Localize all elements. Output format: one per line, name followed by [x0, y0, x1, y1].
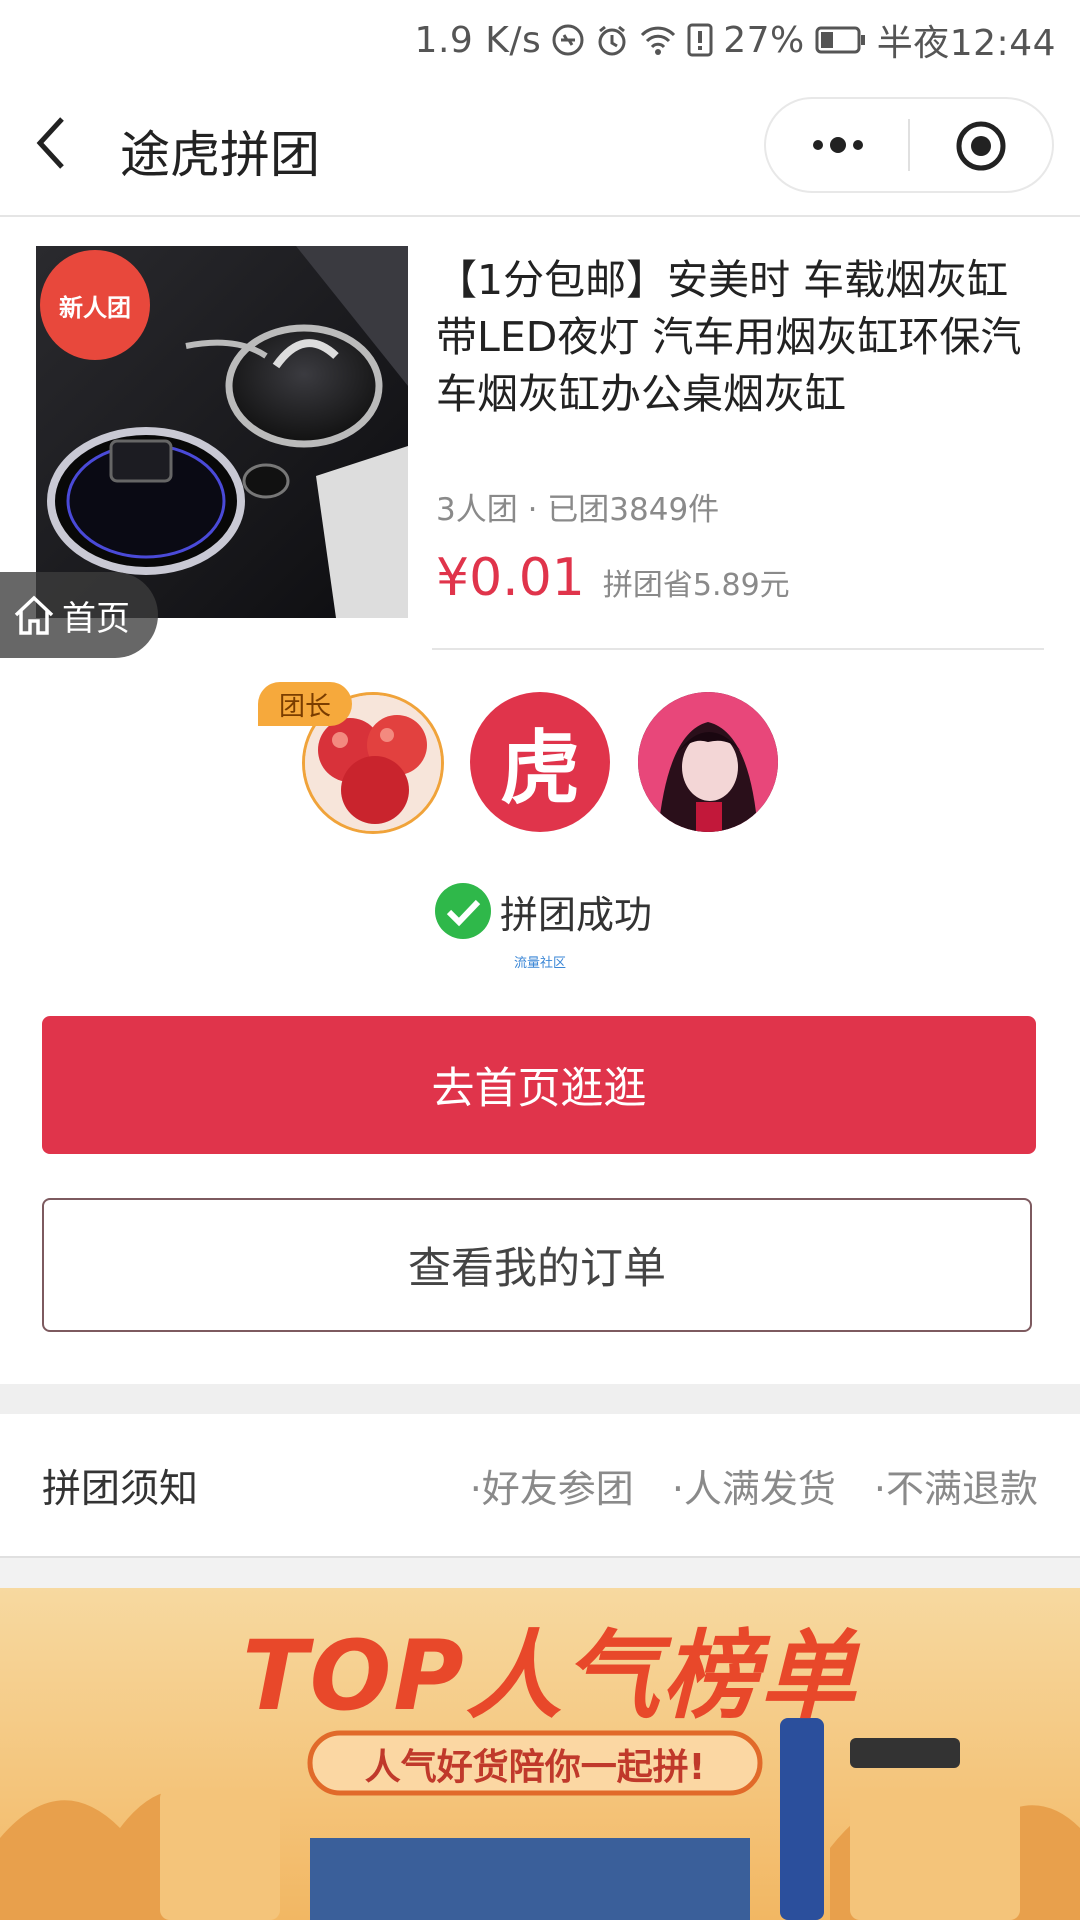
leader-tag: 团长	[258, 682, 352, 726]
page-title: 途虎拼团	[120, 126, 320, 184]
go-home-button[interactable]: 去首页逛逛	[42, 1016, 1036, 1154]
top-ranking-banner[interactable]: TOP人气榜单 人气好货陪你一起拼!	[0, 1588, 1080, 1920]
clock: 半夜12:44	[876, 23, 1056, 64]
section-gap	[0, 1556, 1080, 1590]
capsule-divider	[908, 119, 910, 171]
new-group-badge: 新人团	[40, 250, 150, 360]
home-icon	[14, 595, 54, 635]
status-bar-content: 1.9 K/s 27% 半夜12:44	[415, 14, 1056, 66]
banner-headline: TOP人气榜单	[242, 1620, 858, 1732]
product-title[interactable]: 【1分包邮】安美时 车载烟灰缸带LED夜灯 汽车用烟灰缸环保汽车烟灰缸办公桌烟灰…	[436, 252, 1036, 423]
status-bar: 1.9 K/s 27% 半夜12:44	[0, 0, 1080, 75]
more-button[interactable]	[806, 119, 870, 171]
notice-item: ·不满退款	[873, 1467, 1038, 1511]
home-float-button[interactable]: 首页	[0, 572, 158, 658]
notice-items: ·好友参团 ·人满发货 ·不满退款	[470, 1458, 1038, 1513]
anime-avatar-image	[638, 692, 778, 832]
back-button[interactable]	[30, 113, 90, 179]
alarm-icon	[598, 25, 626, 56]
avatar-member	[638, 692, 778, 832]
avatar-tuhu: 虎	[470, 692, 610, 832]
product-image[interactable]: 新人团	[36, 246, 408, 618]
battery-percent: 27%	[723, 19, 805, 61]
notice-item: ·好友参团	[469, 1467, 634, 1511]
miniapp-capsule	[764, 97, 1054, 193]
watermark-text: 流量社区	[514, 956, 567, 971]
network-speed: 1.9 K/s	[414, 19, 542, 61]
home-float-label: 首页	[62, 598, 130, 639]
divider	[432, 648, 1044, 650]
data-saver-icon	[552, 24, 584, 56]
group-success-status: 拼团成功	[434, 882, 652, 940]
close-miniapp-button[interactable]	[954, 119, 1008, 173]
check-circle-icon	[435, 883, 491, 939]
view-orders-button[interactable]: 查看我的订单	[42, 1198, 1032, 1332]
target-icon	[956, 121, 1006, 171]
group-info: 3人团 · 已团3849件	[436, 492, 720, 528]
wifi-icon	[641, 26, 676, 55]
alert-icon	[687, 23, 713, 57]
group-notice[interactable]: 拼团须知 ·好友参团 ·人满发货 ·不满退款	[0, 1414, 1080, 1556]
save-amount: 拼团省5.89元	[602, 568, 790, 603]
nav-bar: 途虎拼团	[0, 75, 1080, 217]
notice-item: ·人满发货	[671, 1467, 836, 1511]
chevron-left-icon	[36, 117, 64, 169]
banner-subline: 人气好货陪你一起拼!	[364, 1747, 706, 1788]
group-price: ¥0.01	[436, 548, 585, 608]
notice-title: 拼团须知	[42, 1467, 199, 1512]
section-gap	[0, 1384, 1080, 1414]
battery-icon	[815, 26, 865, 54]
more-dots-icon	[813, 137, 863, 153]
tuhu-logo: 虎	[500, 722, 580, 815]
price-row: ¥0.01 拼团省5.89元	[436, 548, 790, 608]
success-label: 拼团成功	[500, 892, 653, 937]
